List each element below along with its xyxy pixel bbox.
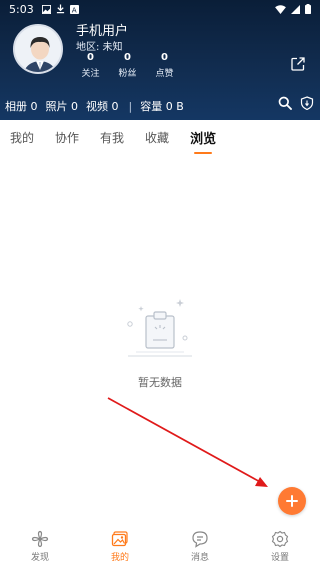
stat-followers[interactable]: 0 粉丝	[109, 52, 146, 79]
library-summary: 相册 0 照片 0 视频 0 | 容量 0 B	[0, 94, 320, 118]
tab-browse[interactable]: 浏览	[190, 128, 216, 154]
nav-messages[interactable]: 消息	[160, 524, 240, 568]
tab-mine[interactable]: 我的	[10, 129, 34, 146]
nav-settings[interactable]: 设置	[240, 524, 320, 568]
svg-text:A: A	[72, 5, 77, 13]
album-count[interactable]: 相册 0	[5, 98, 38, 114]
nav-label: 设置	[270, 552, 289, 563]
stat-value: 0	[87, 52, 94, 63]
tab-includes-me[interactable]: 有我	[100, 129, 124, 146]
content-tabs: 我的 协作 有我 收藏 浏览	[0, 120, 320, 154]
battery-icon	[305, 4, 311, 14]
stat-label: 关注	[81, 69, 100, 79]
shield-icon[interactable]	[300, 96, 314, 110]
download-notification-icon	[56, 4, 64, 14]
share-icon[interactable]	[291, 57, 305, 71]
username: 手机用户	[76, 24, 129, 39]
bottom-navigation: 发现 我的 消息 设置	[0, 524, 320, 568]
stat-value: 0	[124, 52, 131, 63]
nav-discover[interactable]: 发现	[0, 524, 80, 568]
status-bar: 5:03 A	[0, 0, 320, 18]
app-notification-icon: A	[69, 4, 79, 14]
stat-following[interactable]: 0 关注	[72, 52, 109, 79]
stat-label: 点赞	[155, 69, 174, 79]
photo-count[interactable]: 照片 0	[46, 98, 79, 114]
summary-divider: |	[128, 99, 133, 113]
stat-likes[interactable]: 0 点赞	[146, 52, 183, 79]
tab-collaboration[interactable]: 协作	[55, 129, 79, 146]
user-avatar-icon	[15, 26, 61, 72]
gear-icon	[271, 530, 289, 547]
tab-favorites[interactable]: 收藏	[145, 129, 169, 146]
signal-icon	[291, 4, 300, 14]
status-time: 5:03	[9, 2, 34, 16]
avatar[interactable]	[13, 24, 63, 74]
plus-icon	[286, 495, 298, 507]
add-button[interactable]	[278, 487, 306, 515]
region-label: 地区: 未知	[76, 42, 123, 53]
stat-value: 0	[161, 52, 168, 63]
pinwheel-icon	[31, 530, 49, 547]
profile-stats: 0 关注 0 粉丝 0 点赞	[72, 52, 183, 79]
stat-label: 粉丝	[118, 69, 137, 79]
nav-label: 我的	[110, 552, 129, 563]
image-notification-icon	[41, 4, 51, 14]
empty-state-text: 暂无数据	[138, 376, 182, 389]
wifi-icon	[275, 4, 286, 14]
nav-label: 消息	[190, 552, 209, 563]
storage-capacity: 容量 0 B	[140, 100, 184, 113]
empty-clipboard-icon	[127, 299, 192, 357]
video-count[interactable]: 视频 0	[86, 98, 119, 114]
search-icon[interactable]	[278, 96, 292, 110]
nav-label: 发现	[30, 552, 49, 563]
profile-header: 5:03 A 手机用户 地区: 未知 0 关注 0 粉丝 0 点赞 相册 0 照…	[0, 0, 320, 120]
chat-icon	[192, 530, 208, 548]
nav-mine[interactable]: 我的	[80, 524, 160, 568]
album-icon	[111, 530, 128, 546]
